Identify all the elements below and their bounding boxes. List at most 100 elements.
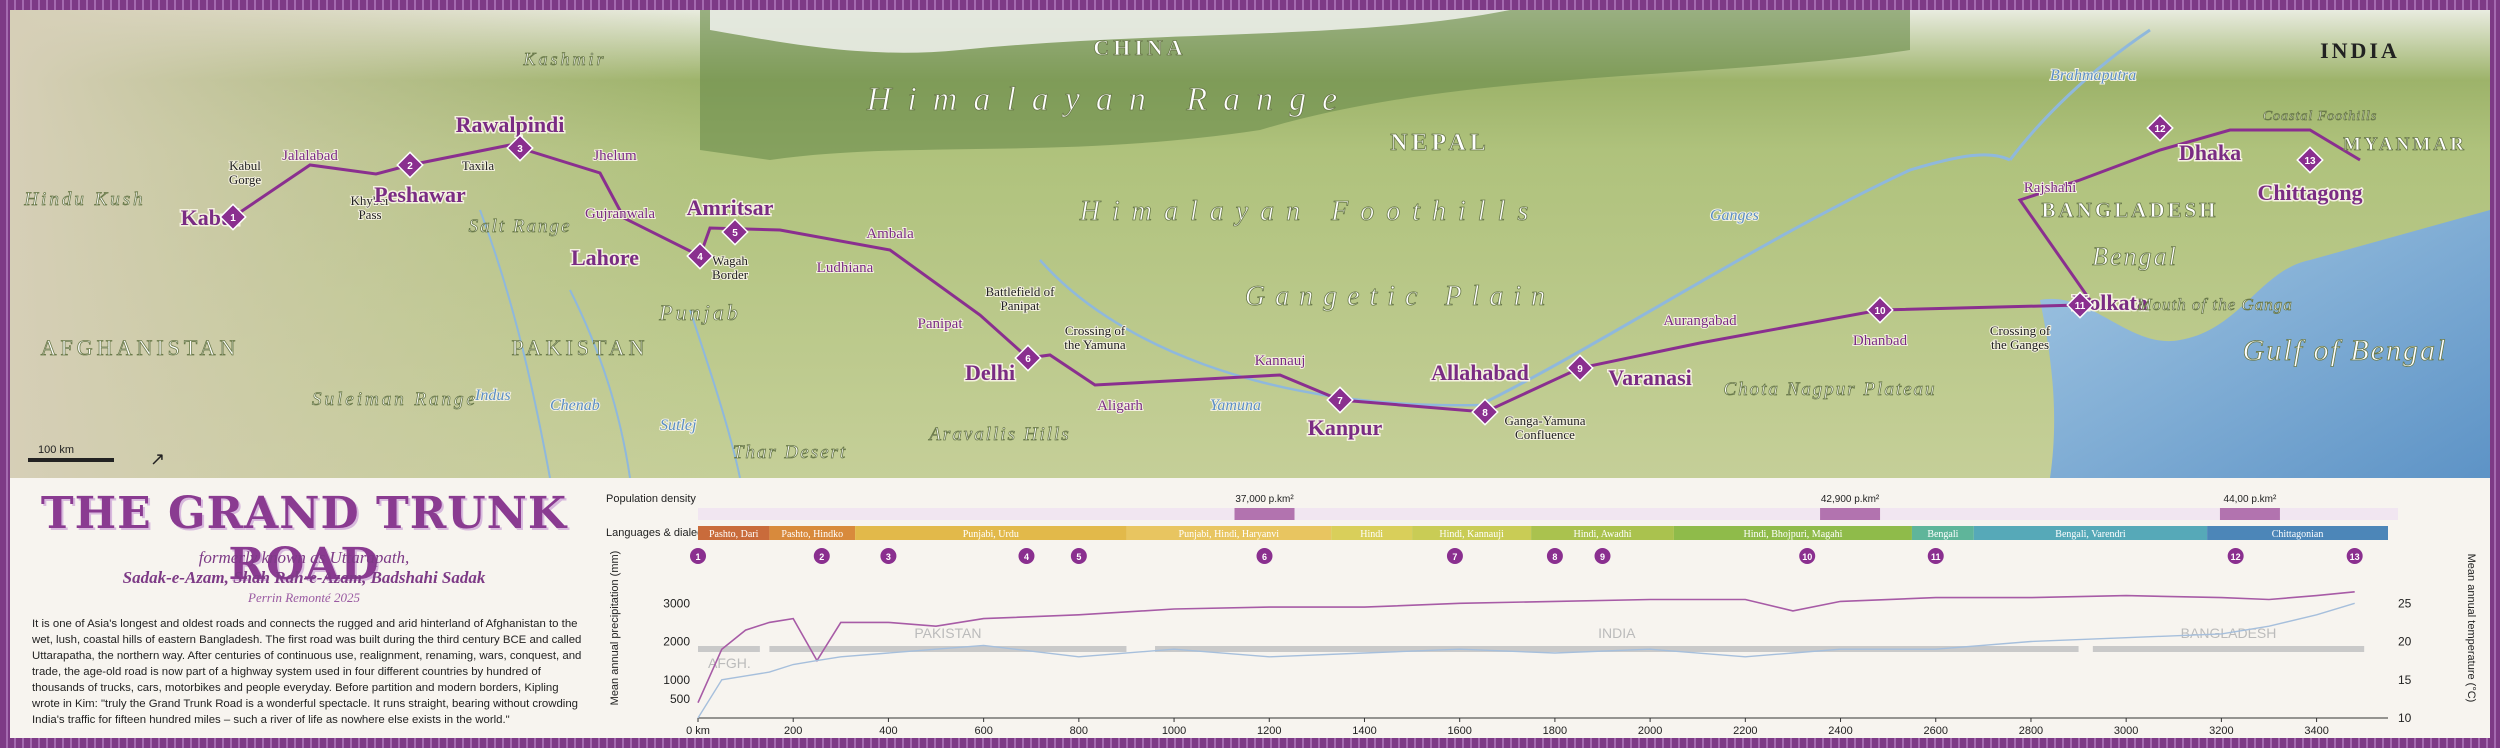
city-label-jhelum: Jhelum <box>593 148 637 164</box>
description-text: It is one of Asia's longest and oldest r… <box>32 618 582 726</box>
label-aravallis-hills: Aravallis Hills <box>927 424 1070 445</box>
population-peak-band <box>1234 508 1295 520</box>
label-salt-range: Salt Range <box>469 216 572 237</box>
x-tick-label: 0 km <box>686 725 710 737</box>
x-tick-label: 1200 <box>1257 725 1281 737</box>
elevation-profile-chart: Population density 37,000 p.km² 42,900 p.… <box>606 493 2477 737</box>
population-label: Population density <box>606 493 696 505</box>
language-label: Hindi, Bhojpuri, Magahi <box>1743 529 1842 540</box>
right-tick-label: 10 <box>2398 711 2412 725</box>
chart-stage-marker-11: 11 <box>1927 548 1944 564</box>
label-thar-desert: Thar Desert <box>733 442 847 463</box>
x-tick-label: 2000 <box>1638 725 1662 737</box>
city-label-battlefield-of-panipat: Battlefield of <box>986 284 1056 299</box>
x-tick-label: 2400 <box>1828 725 1852 737</box>
city-label-wagah-border: Wagah <box>712 253 748 268</box>
right-tick-label: 15 <box>2398 673 2412 687</box>
svg-text:5: 5 <box>1076 552 1081 562</box>
svg-text:11: 11 <box>2075 301 2086 312</box>
x-tick-label: 200 <box>784 725 802 737</box>
language-label: Pashto, Hindko <box>781 529 843 540</box>
city-label-rajshahi: Rajshahi <box>2024 180 2077 196</box>
label-chota-nagpur-plateau: Chota Nagpur Plateau <box>1723 379 1936 400</box>
language-label: Pashto, Dari <box>709 529 759 540</box>
population-peak-label: 42,900 p.km² <box>1821 494 1880 505</box>
language-label: Bengali <box>1927 529 1958 540</box>
x-tick-label: 1800 <box>1543 725 1567 737</box>
label-india: INDIA <box>2320 38 2400 63</box>
scale-bar-label: 100 km <box>38 444 74 456</box>
city-label-kanpur: Kanpur <box>1308 415 1383 440</box>
city-label-crossing-of-the-yamuna: Crossing of <box>1065 323 1126 338</box>
city-label-amritsar: Amritsar <box>687 195 774 220</box>
chart-stage-marker-9: 9 <box>1594 548 1611 564</box>
x-tick-label: 400 <box>879 725 897 737</box>
population-peak-label: 37,000 p.km² <box>1235 494 1294 505</box>
city-label-battlefield-of-panipat: Panipat <box>1001 298 1040 313</box>
label-pakistan: PAKISTAN <box>511 335 648 360</box>
city-label-peshawar: Peshawar <box>374 182 466 207</box>
chart-stage-marker-3: 3 <box>880 548 897 564</box>
svg-text:7: 7 <box>1337 396 1343 407</box>
chart-stage-marker-7: 7 <box>1446 548 1463 564</box>
svg-text:8: 8 <box>1482 408 1488 419</box>
x-tick-label: 2800 <box>2019 725 2043 737</box>
x-tick-label: 2200 <box>1733 725 1757 737</box>
svg-text:2: 2 <box>407 161 413 172</box>
chart-stage-marker-5: 5 <box>1070 548 1087 564</box>
svg-text:8: 8 <box>1552 552 1557 562</box>
svg-text:9: 9 <box>1600 552 1605 562</box>
subtitle-line-2: Sadak-e-Azam, Shah Rah-e-Azam, Badshahi … <box>122 568 486 587</box>
svg-text:7: 7 <box>1452 552 1457 562</box>
svg-text:1: 1 <box>695 552 700 562</box>
svg-text:5: 5 <box>732 228 738 239</box>
country-bar <box>698 646 760 652</box>
city-label-gujranwala: Gujranwala <box>585 206 655 222</box>
language-label: Chittagonian <box>2272 529 2324 540</box>
chart-stage-marker-4: 4 <box>1018 548 1035 564</box>
x-tick-label: 1000 <box>1162 725 1186 737</box>
svg-text:2: 2 <box>819 552 824 562</box>
chart-stage-marker-8: 8 <box>1546 548 1563 564</box>
chart-axes: 0 km 200 400 600 800 1000 1200 1400 1600 1800 2000… <box>663 596 2411 737</box>
city-label-ganga-yamuna-confluence: Ganga-Yamuna <box>1505 413 1586 428</box>
languages-label: Languages & dialects <box>606 527 712 539</box>
city-label-aligarh: Aligarh <box>1097 398 1143 414</box>
svg-text:3: 3 <box>886 552 891 562</box>
x-tick-label: 3400 <box>2304 725 2328 737</box>
city-label-khyber-pass: Pass <box>358 207 381 222</box>
label-mouth-of-the-ganga: Mouth of the Ganga <box>2136 295 2292 314</box>
city-label-aurangabad: Aurangabad <box>1663 313 1737 329</box>
country-bar <box>2092 646 2365 652</box>
svg-text:10: 10 <box>1802 552 1812 562</box>
label-himalayan-foothills: Himalayan Foothills <box>1079 196 1541 227</box>
city-label-allahabad: Allahabad <box>1431 360 1529 385</box>
language-label: Bengali, Varendri <box>2055 529 2126 540</box>
chart-stage-marker-1: 1 <box>690 548 706 564</box>
city-label-lahore: Lahore <box>571 245 639 270</box>
x-tick-label: 1600 <box>1447 725 1471 737</box>
x-tick-label: 2600 <box>1924 725 1948 737</box>
svg-text:12: 12 <box>2231 552 2241 562</box>
svg-text:10: 10 <box>1874 306 1886 317</box>
city-label-crossing-of-the-ganges: Crossing of <box>1990 323 2051 338</box>
temperature-line <box>697 602 2355 719</box>
city-label-panipat: Panipat <box>918 316 964 332</box>
label-himalayan-range: Himalayan Range <box>866 81 1353 118</box>
left-tick-label: 500 <box>670 692 690 706</box>
label-nepal: NEPAL <box>1390 130 1490 156</box>
language-label: Hindi, Kannauji <box>1439 529 1504 540</box>
right-tick-label: 25 <box>2398 596 2412 610</box>
poster: Kabul Kabul Gorge Jalalabad Khyber Pass Peshaw… <box>10 10 2490 738</box>
city-label-jalalabad: Jalalabad <box>282 148 338 164</box>
city-label-taxila: Taxila <box>462 158 495 173</box>
chart-stage-markers: 1 2 3 4 5 6 7 8 9 10 11 12 13 <box>690 548 2363 564</box>
svg-text:4: 4 <box>697 252 703 263</box>
population-peak-band <box>1820 508 1881 520</box>
river-label-yamuna: Yamuna <box>1210 397 1261 414</box>
label-gulf-of-bengal: Gulf of Bengal <box>2243 334 2448 367</box>
river-label-chenab: Chenab <box>550 397 600 414</box>
svg-text:1: 1 <box>230 213 236 224</box>
chart-stage-marker-10: 10 <box>1799 548 1816 564</box>
population-peak-band <box>2219 508 2280 520</box>
